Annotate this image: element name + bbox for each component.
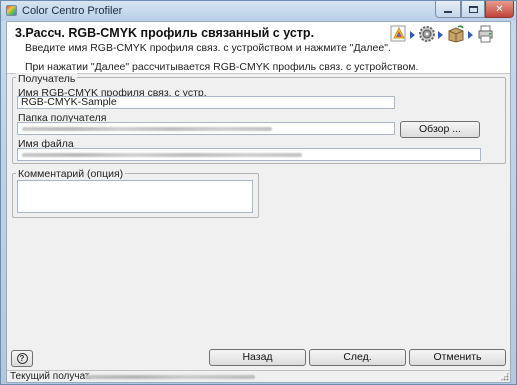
help-icon: ? <box>16 353 28 364</box>
next-button[interactable]: След. <box>309 349 406 366</box>
workflow-arrow-icon <box>410 31 415 39</box>
window-title: Color Centro Profiler <box>22 5 123 17</box>
close-icon: ✕ <box>495 3 504 15</box>
printer-icon <box>478 25 493 43</box>
status-value-redacted <box>85 375 255 379</box>
back-button[interactable]: Назад <box>209 349 306 366</box>
status-label: Текущий получат. <box>10 371 92 382</box>
app-window: Color Centro Profiler ✕ 3.Рассч. RGB-CMY… <box>0 0 517 385</box>
filename-input[interactable] <box>17 148 481 161</box>
minimize-icon <box>444 10 452 13</box>
step-description: Введите имя RGB-CMYK профиля связ. с уст… <box>25 42 391 54</box>
step-header: 3.Рассч. RGB-CMYK профиль связанный с ус… <box>7 22 510 74</box>
title-bar[interactable]: Color Centro Profiler ✕ <box>1 1 516 21</box>
resize-grip-icon[interactable] <box>500 372 509 381</box>
workflow-arrow-icon <box>438 31 443 39</box>
close-button[interactable]: ✕ <box>485 1 514 18</box>
minimize-button[interactable] <box>435 1 461 18</box>
status-bar: Текущий получат. <box>6 370 511 383</box>
profile-name-input[interactable]: RGB-CMYK-Sample <box>17 96 395 109</box>
browse-button[interactable]: Обзор ... <box>400 121 480 138</box>
filename-redacted <box>22 153 302 157</box>
comment-textarea[interactable] <box>17 180 253 213</box>
folder-path-redacted <box>22 127 272 131</box>
comment-group-legend: Комментарий (опция) <box>16 168 126 180</box>
step-title: 3.Рассч. RGB-CMYK профиль связанный с ус… <box>15 26 315 40</box>
workflow-arrow-icon <box>468 31 473 39</box>
package-icon <box>448 25 464 43</box>
recipient-group-legend: Получатель <box>16 73 78 85</box>
step-note: При нажатии "Далее" рассчитывается RGB-C… <box>25 61 419 73</box>
app-logo-icon <box>6 5 17 16</box>
folder-input[interactable] <box>17 122 395 135</box>
wizard-panel: 3.Рассч. RGB-CMYK профиль связанный с ус… <box>6 21 511 371</box>
cancel-button[interactable]: Отменить <box>409 349 506 366</box>
color-gamut-icon <box>390 25 406 42</box>
maximize-icon <box>468 5 478 13</box>
gear-icon <box>419 26 435 42</box>
help-button[interactable]: ? <box>11 350 33 367</box>
maximize-button[interactable] <box>461 1 485 18</box>
